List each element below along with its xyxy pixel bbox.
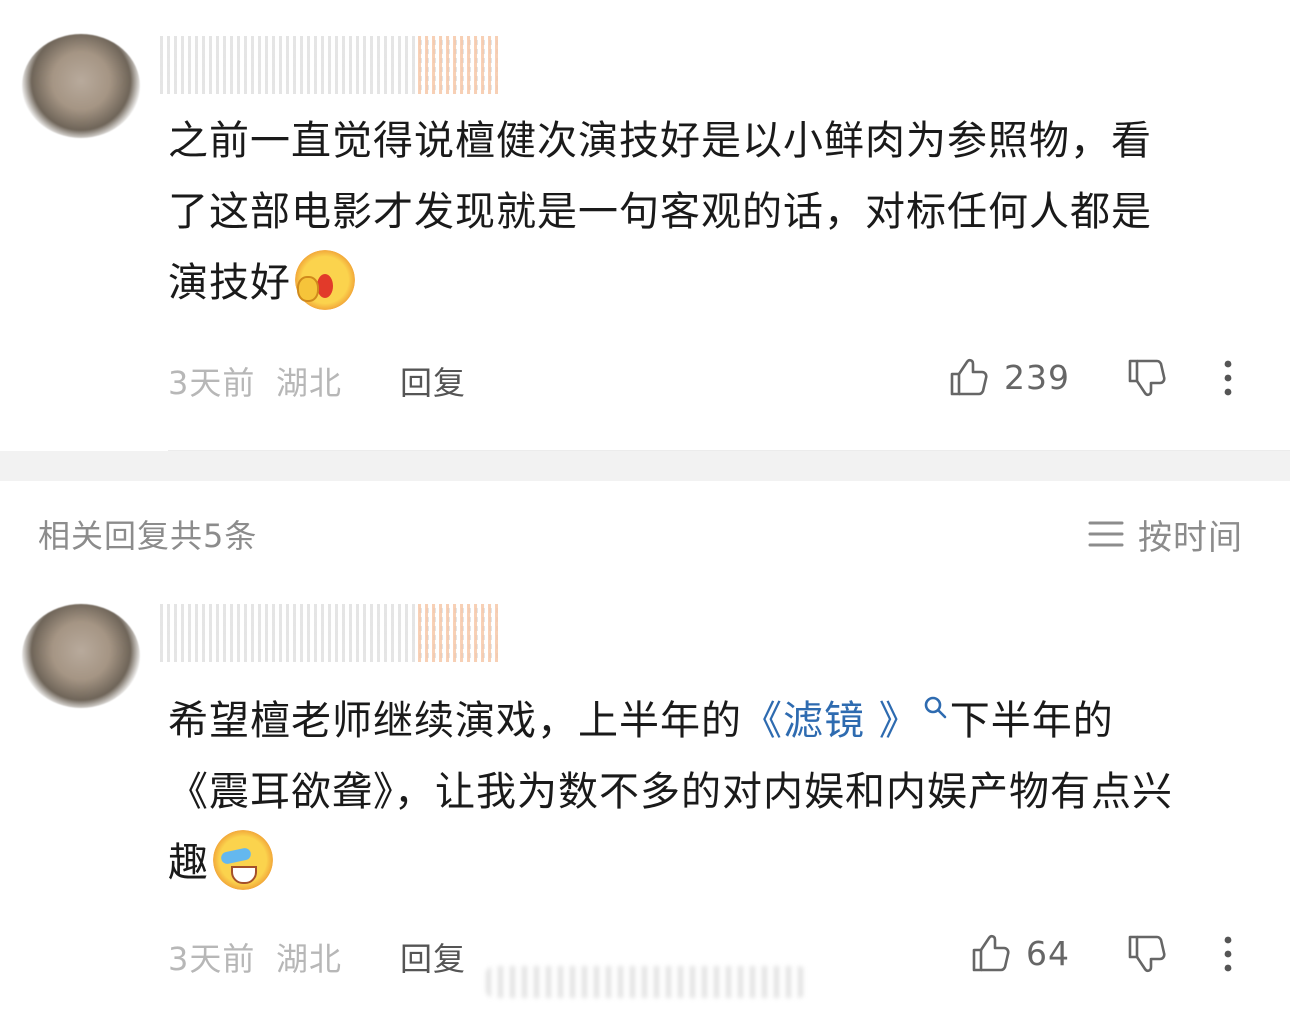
reply-button[interactable]: 回复 xyxy=(400,934,466,980)
avatar[interactable] xyxy=(22,604,140,708)
comment-line: 之前一直觉得说檀健次演技好是以小鲜肉为参照物，看 xyxy=(168,118,1152,164)
comment-time: 3天前 xyxy=(168,940,256,978)
more-options-icon[interactable] xyxy=(1220,358,1236,398)
comment-line-text: 趣 xyxy=(168,840,209,886)
comment-line: 希望檀老师继续演戏，上半年的《滤镜 》 下半年的 xyxy=(168,686,1248,757)
blurred-watermark xyxy=(486,966,806,998)
search-icon[interactable] xyxy=(922,694,948,720)
comment-line-last: 演技好 xyxy=(168,248,1248,319)
username-blurred[interactable] xyxy=(160,604,498,662)
thumbs-up-icon xyxy=(950,358,988,396)
reply-button[interactable]: 回复 xyxy=(400,358,466,404)
comment-line-text: 演技好 xyxy=(168,260,291,306)
comment-location: 湖北 xyxy=(276,364,343,402)
comment-time: 3天前 xyxy=(168,364,256,402)
section-separator xyxy=(0,451,1290,481)
comment-line-last: 趣 xyxy=(168,828,1248,899)
like-count: 64 xyxy=(1026,933,1070,973)
like-button[interactable]: 239 xyxy=(946,352,1070,402)
comment-text-segment: 希望檀老师继续演戏，上半年的 xyxy=(168,698,742,744)
thumbs-down-icon[interactable] xyxy=(1124,932,1168,976)
like-button[interactable]: 64 xyxy=(968,928,1070,978)
sort-label: 按时间 xyxy=(1138,517,1243,558)
more-options-icon[interactable] xyxy=(1220,934,1236,974)
username-blurred[interactable] xyxy=(160,36,498,94)
laughing-cry-face-emoji xyxy=(213,830,273,890)
comment-page: 之前一直觉得说檀健次演技好是以小鲜肉为参照物，看 了这部电影才发现就是一句客观的… xyxy=(0,0,1290,1009)
list-icon xyxy=(1088,521,1124,547)
topic-link[interactable]: 《滤镜 》 xyxy=(742,698,920,744)
replies-count-title: 相关回复共5条 xyxy=(38,517,258,555)
like-count: 239 xyxy=(1004,357,1070,397)
comment-line: 《震耳欲聋》，让我为数不多的对内娱和内娱产物有点兴 xyxy=(168,769,1173,815)
thumbs-up-icon xyxy=(972,934,1010,972)
avatar[interactable] xyxy=(22,34,140,138)
user-badge xyxy=(418,36,498,94)
user-badge xyxy=(418,604,498,662)
thumbs-down-icon[interactable] xyxy=(1124,356,1168,400)
comment-text-segment: 下半年的 xyxy=(949,698,1114,744)
comment-text: 希望檀老师继续演戏，上半年的《滤镜 》 下半年的 《震耳欲聋》，让我为数不多的对… xyxy=(168,686,1248,899)
comment-text: 之前一直觉得说檀健次演技好是以小鲜肉为参照物，看 了这部电影才发现就是一句客观的… xyxy=(168,106,1248,319)
reply-comment: 希望檀老师继续演戏，上半年的《滤镜 》 下半年的 《震耳欲聋》，让我为数不多的对… xyxy=(0,590,1290,1009)
comment-location: 湖北 xyxy=(276,940,343,978)
shocked-face-emoji xyxy=(295,250,355,310)
main-comment: 之前一直觉得说檀健次演技好是以小鲜肉为参照物，看 了这部电影才发现就是一句客观的… xyxy=(0,0,1290,452)
comment-line: 了这部电影才发现就是一句客观的话，对标任何人都是 xyxy=(168,189,1152,235)
comment-meta: 3天前 湖北 回复 239 xyxy=(168,352,1250,402)
sort-toggle[interactable]: 按时间 xyxy=(1088,509,1243,559)
replies-header: 相关回复共5条 按时间 xyxy=(0,481,1290,590)
